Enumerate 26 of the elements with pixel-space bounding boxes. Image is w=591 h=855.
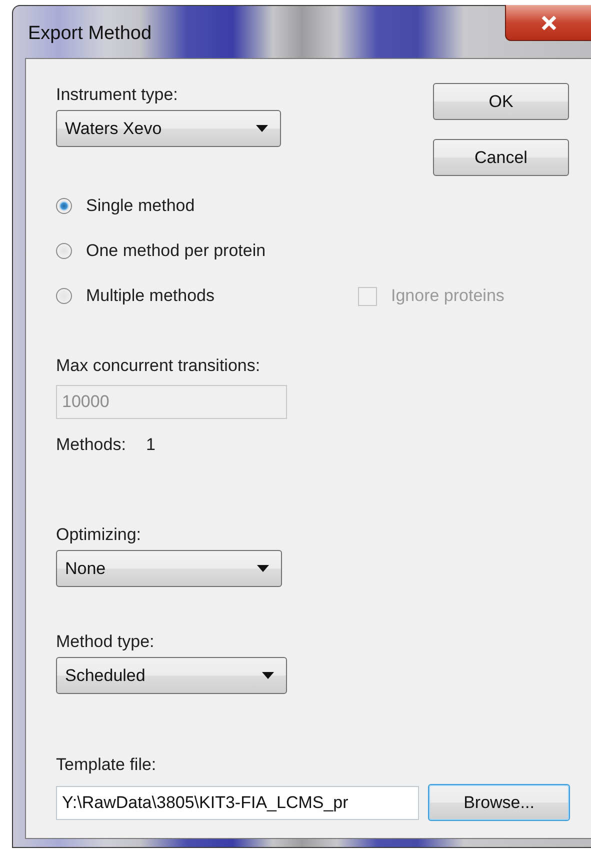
methods-count: 1	[146, 434, 156, 456]
radio-label[interactable]: Multiple methods	[86, 285, 215, 307]
template-file-input[interactable]: Y:\RawData\3805\KIT3-FIA_LCMS_pr	[56, 786, 419, 820]
close-icon	[540, 16, 556, 30]
radio-button[interactable]	[56, 198, 72, 214]
method-type-dropdown[interactable]: Scheduled	[56, 657, 287, 694]
field-label: Optimizing:	[56, 524, 142, 546]
optimizing-dropdown[interactable]: None	[56, 550, 282, 587]
radio-button[interactable]	[56, 288, 72, 304]
dialog-button[interactable]: Cancel	[433, 139, 569, 176]
browse-button[interactable]: Browse...	[428, 784, 570, 821]
field-label: Template file:	[56, 754, 158, 776]
field-label: Instrument type:	[56, 84, 179, 106]
close-button[interactable]	[505, 5, 591, 41]
instrument-dropdown[interactable]: Waters Xevo	[56, 110, 281, 147]
radio-label[interactable]: One method per protein	[86, 240, 266, 262]
radio-button[interactable]	[56, 243, 72, 259]
field-label: Max concurrent transitions:	[56, 355, 262, 377]
caret-icon	[257, 565, 269, 572]
caret-icon	[256, 125, 268, 132]
caret-icon	[262, 672, 274, 679]
radio-label[interactable]: Single method	[86, 195, 195, 217]
dialog-button[interactable]: OK	[433, 83, 569, 120]
window-title: Export Method	[28, 23, 152, 45]
methods-label: Methods:	[56, 434, 126, 456]
field-label: Method type:	[56, 631, 156, 653]
